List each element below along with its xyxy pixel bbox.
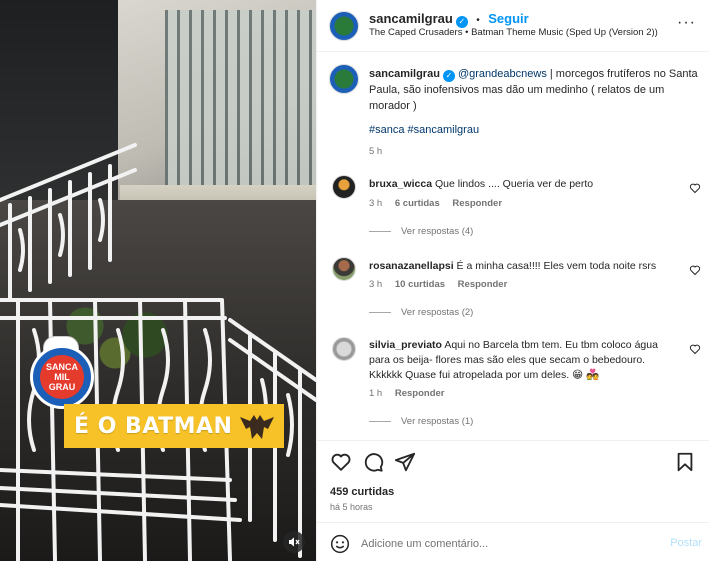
batman-sticker: É O BATMAN — [64, 404, 285, 448]
comment: bruxa_wicca Que lindos .... Queria ver d… — [369, 177, 669, 192]
save-icon[interactable] — [674, 451, 696, 473]
replies-divider — [369, 421, 391, 422]
post-caption: sancamilgrau ✓ @grandeabcnews | morcegos … — [369, 66, 699, 114]
comment-icon[interactable] — [362, 451, 384, 473]
comment-meta: 1 h Responder — [369, 388, 444, 399]
comment: rosanazanellapsi É a minha casa!!!! Eles… — [369, 259, 669, 274]
comment-meta: 3 h 6 curtidas Responder — [369, 198, 502, 209]
view-replies-button[interactable]: Ver respostas (1) — [369, 416, 473, 427]
comment-time: 1 h — [369, 388, 383, 399]
view-replies-label: Ver respostas (4) — [401, 226, 474, 237]
sanca-logo: SANCA MIL GRAU — [30, 345, 94, 409]
post-header: sancamilgrau ✓ • Seguir The Caped Crusade… — [317, 0, 709, 52]
like-comment-icon[interactable] — [689, 182, 701, 194]
follow-button[interactable]: Seguir — [488, 11, 528, 26]
comment: silvia_previato Aqui no Barcela tbm tem.… — [369, 338, 659, 383]
comment-composer: Postar — [317, 522, 709, 561]
view-replies-button[interactable]: Ver respostas (4) — [369, 226, 473, 237]
comment-likes[interactable]: 6 curtidas — [395, 198, 440, 209]
reply-button[interactable]: Responder — [395, 388, 445, 399]
caption-time: 5 h — [369, 146, 383, 157]
post-side-panel: sancamilgrau ✓ • Seguir The Caped Crusade… — [316, 0, 709, 561]
comment-avatar[interactable] — [332, 337, 356, 361]
view-replies-label: Ver respostas (1) — [401, 416, 474, 427]
separator-dot: • — [476, 15, 480, 26]
caption-avatar[interactable] — [329, 64, 359, 94]
like-comment-icon[interactable] — [689, 343, 701, 355]
like-comment-icon[interactable] — [689, 264, 701, 276]
white-railing — [0, 143, 316, 561]
sticker-text: É O BATMAN — [74, 413, 233, 439]
reply-button[interactable]: Responder — [458, 279, 508, 290]
comment-username[interactable]: rosanazanellapsi — [369, 260, 454, 272]
comment-text: Que lindos .... Queria ver de perto — [434, 178, 594, 190]
mute-button[interactable] — [283, 531, 305, 553]
comment-input[interactable] — [361, 534, 641, 554]
reel-video[interactable]: SANCA MIL GRAU É O BATMAN — [0, 0, 316, 561]
post-comment-button[interactable]: Postar — [670, 537, 702, 549]
view-replies-label: Ver respostas (2) — [401, 307, 474, 318]
emoji-icon[interactable] — [330, 534, 350, 554]
like-icon[interactable] — [330, 451, 352, 473]
post-actions: 459 curtidas há 5 horas Postar — [317, 440, 709, 561]
mention-link[interactable]: @grandeabcnews — [458, 68, 547, 80]
comment-avatar[interactable] — [332, 175, 356, 199]
comment-avatar[interactable] — [332, 257, 356, 281]
audio-track[interactable]: The Caped Crusaders • Batman Theme Music… — [369, 27, 658, 38]
header-username[interactable]: sancamilgrau — [369, 11, 453, 26]
comment-text: É a minha casa!!!! Eles vem toda noite r… — [456, 260, 657, 272]
comment-time: 3 h — [369, 198, 383, 209]
comment-likes[interactable]: 10 curtidas — [395, 279, 445, 290]
comment-username[interactable]: silvia_previato — [369, 339, 442, 351]
muted-speaker-icon — [289, 537, 300, 547]
comment-meta: 3 h 10 curtidas Responder — [369, 279, 507, 290]
post-time: há 5 horas — [330, 502, 373, 512]
replies-divider — [369, 231, 391, 232]
share-icon[interactable] — [394, 451, 416, 473]
hashtags[interactable]: #sanca #sancamilgrau — [369, 124, 479, 136]
reply-button[interactable]: Responder — [452, 198, 502, 209]
comment-username[interactable]: bruxa_wicca — [369, 178, 432, 190]
replies-divider — [369, 312, 391, 313]
more-options-icon[interactable]: ··· — [677, 14, 696, 32]
caption-username[interactable]: sancamilgrau — [369, 68, 440, 80]
verified-icon: ✓ — [442, 70, 455, 82]
view-replies-button[interactable]: Ver respostas (2) — [369, 307, 473, 318]
bat-icon — [240, 415, 275, 439]
avatar[interactable] — [329, 11, 359, 41]
like-count[interactable]: 459 curtidas — [330, 486, 394, 498]
comment-time: 3 h — [369, 279, 383, 290]
